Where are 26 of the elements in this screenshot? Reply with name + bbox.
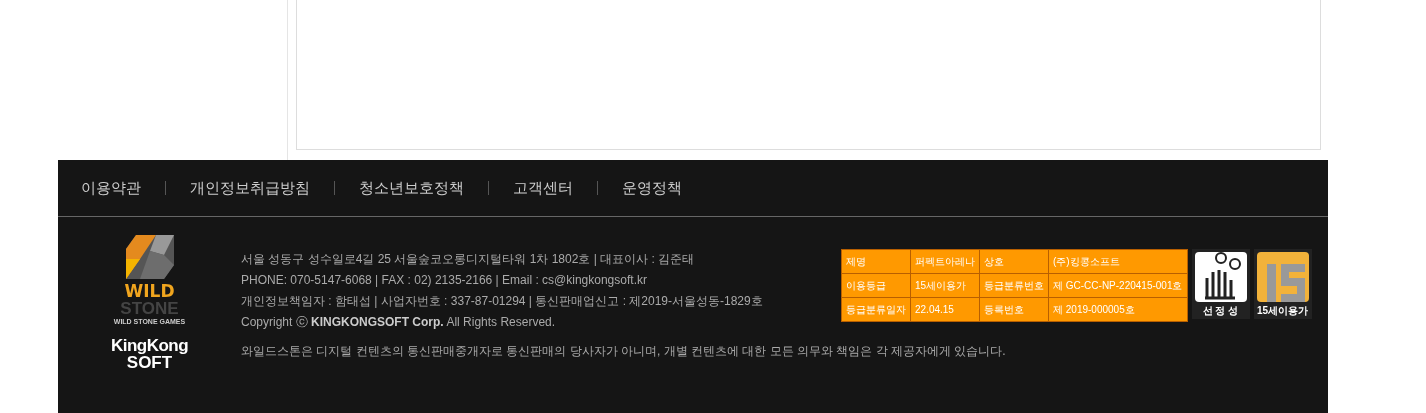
footer-link[interactable]: 청소년보호정책 — [359, 178, 464, 198]
table-cell: 상호 — [979, 249, 1049, 274]
table-cell: 제명 — [841, 249, 911, 274]
kingkong-soft-logo: KingKong SOFT — [110, 337, 189, 371]
footer-link[interactable]: 고객센터 — [513, 178, 573, 198]
age-rating-icon — [1256, 252, 1309, 302]
table-cell: 22.04.15 — [910, 297, 980, 322]
rating-badge: 선 정 성 — [1191, 249, 1250, 319]
company-info-line: 개인정보책임자 : 함태섭 | 사업자번호 : 337-87-01294 | 통신판매업신고 : 제2019-서울성동-1829호 — [241, 293, 764, 310]
rating-badge: 15세이용가 — [1253, 249, 1312, 319]
table-cell: 등록번호 — [979, 297, 1049, 322]
table-cell: 15세이용가 — [910, 273, 980, 298]
table-cell: 제 2019-000005호 — [1048, 297, 1187, 322]
company-info-line: 서울 성동구 성수일로4길 25 서울숲코오롱디지털타워 1차 1802호 | 대표이사 : 김준태 — [241, 251, 696, 268]
table-cell: 등급분류번호 — [979, 273, 1049, 298]
table-cell: (주)킹콩소프트 — [1048, 249, 1187, 274]
footer-link[interactable]: 이용약관 — [81, 178, 141, 198]
table-cell: 이용등급 — [841, 273, 911, 298]
table-cell: 제 GC-CC-NP-220415-001호 — [1048, 273, 1187, 298]
company-info-line: PHONE: 070-5147-6068 | FAX : 02) 2135-2166 | Email : cs@kingkongsoft.kr — [241, 272, 648, 289]
disclaimer-text: 와일드스톤은 디지털 컨텐츠의 통신판매중개자로 통신판매의 당사자가 아니며, 개별 컨텐츠에 대한 모든 의무와 책임은 각 제공자에게 있습니다. — [241, 343, 1006, 359]
table-cell: 퍼펙트아레나 — [910, 249, 980, 274]
footer-link[interactable]: 운영정책 — [622, 178, 682, 198]
table-cell: 등급분류일자 — [841, 297, 911, 322]
company-info-line: Copyright ⓒ KINGKONGSOFT Corp. All Rights Reserved. — [241, 314, 557, 331]
footer-link[interactable]: 개인정보취급방침 — [190, 178, 310, 198]
